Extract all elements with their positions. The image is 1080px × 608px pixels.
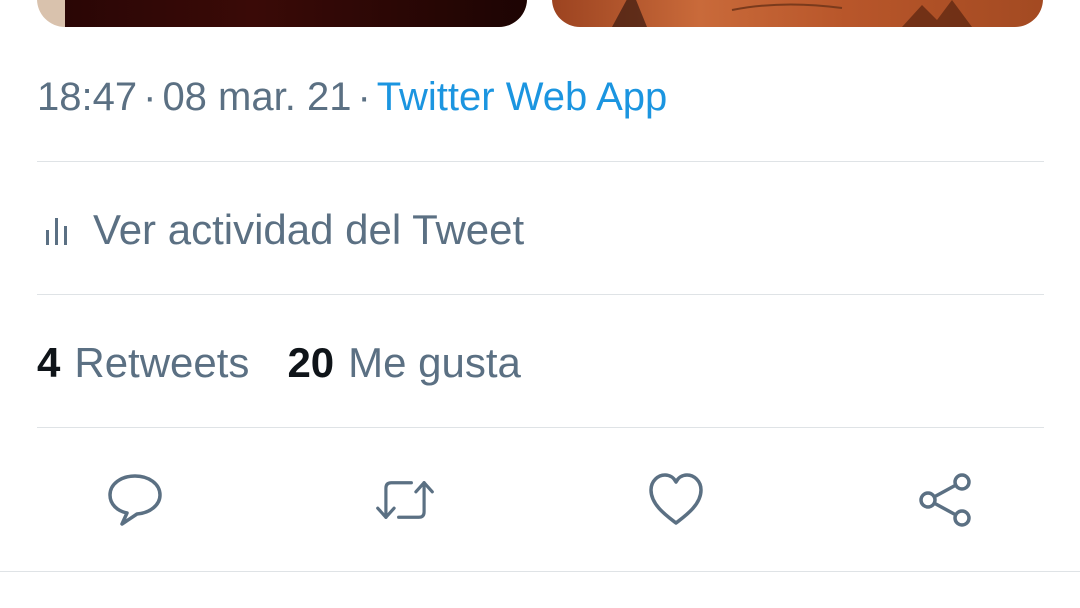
heart-icon [649, 473, 703, 525]
meta-separator: · [143, 75, 157, 119]
tweet-image-right-content [612, 0, 972, 27]
divider [37, 161, 1044, 162]
tweet-date[interactable]: 08 mar. 21 [162, 75, 351, 119]
tweet-metadata: 18:47 · 08 mar. 21 · Twitter Web App [37, 72, 667, 122]
view-tweet-activity-button[interactable]: Ver actividad del Tweet [37, 205, 524, 255]
analytics-bars-icon [37, 213, 71, 247]
retweets-count: 4 [37, 339, 61, 386]
tweet-image-right[interactable] [552, 0, 1043, 27]
reply-button[interactable] [105, 470, 165, 530]
retweet-button[interactable] [375, 470, 435, 530]
likes-label: Me gusta [348, 339, 521, 386]
tweet-source-link[interactable]: Twitter Web App [377, 75, 668, 119]
meta-separator: · [357, 75, 371, 119]
tweet-action-bar [0, 470, 1080, 530]
tweet-stats: 4 Retweets 20 Me gusta [37, 338, 521, 388]
speech-bubble-icon [108, 474, 162, 526]
retweets-stat[interactable]: 4 Retweets [37, 339, 249, 387]
divider [37, 427, 1044, 428]
tweet-image-left-content [65, 0, 527, 27]
retweet-arrows-icon [376, 481, 434, 519]
likes-stat[interactable]: 20 Me gusta [287, 339, 520, 387]
divider [37, 294, 1044, 295]
like-button[interactable] [646, 470, 706, 530]
tweet-image-left[interactable] [37, 0, 527, 27]
likes-count: 20 [287, 339, 335, 386]
tweet-time: 18:47 [37, 75, 138, 119]
view-tweet-activity-label: Ver actividad del Tweet [93, 206, 525, 253]
share-nodes-icon [919, 473, 971, 527]
divider [0, 571, 1080, 572]
tweet-detail: 18:47 · 08 mar. 21 · Twitter Web App Ver act… [0, 0, 1080, 608]
share-button[interactable] [915, 470, 975, 530]
retweets-label: Retweets [74, 339, 250, 386]
